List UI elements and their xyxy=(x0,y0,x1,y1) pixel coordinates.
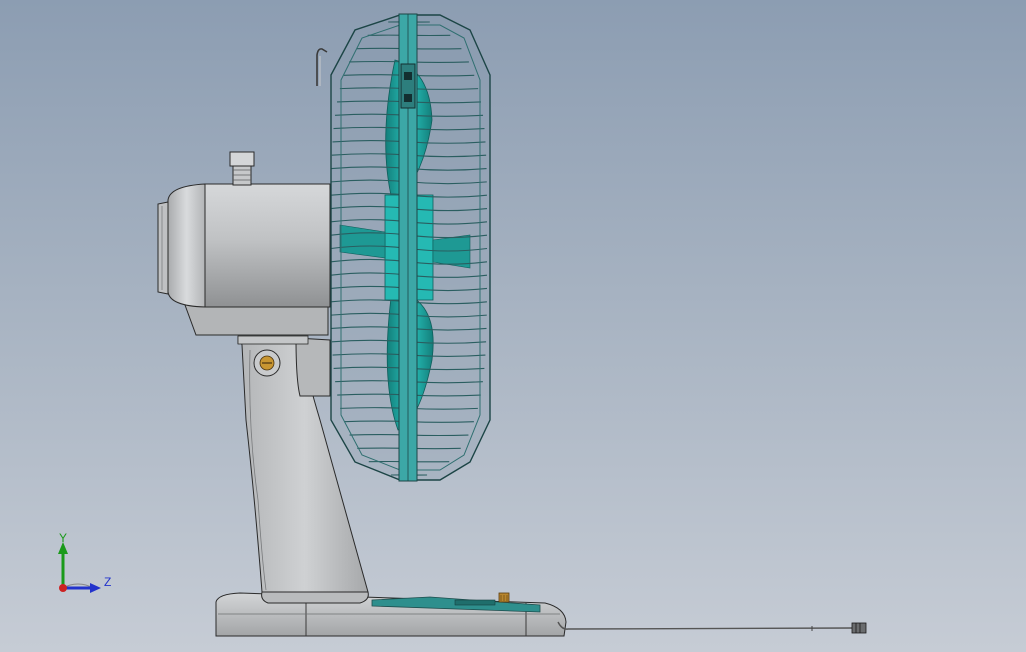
tilt-screw[interactable] xyxy=(253,349,281,377)
z-axis-label: Z xyxy=(104,575,112,589)
carry-handle[interactable] xyxy=(316,48,328,86)
guard-clip[interactable] xyxy=(400,63,416,109)
y-axis-label: Y xyxy=(59,531,68,545)
speed-knob[interactable] xyxy=(498,592,510,603)
orientation-triad: Y Z xyxy=(48,530,128,600)
fan-guard[interactable] xyxy=(316,13,491,482)
motor-housing[interactable] xyxy=(157,151,331,345)
fan-model[interactable] xyxy=(0,0,1026,652)
x-axis-dot xyxy=(59,584,67,592)
oscillation-knob[interactable] xyxy=(229,151,255,186)
power-cord[interactable] xyxy=(557,621,867,634)
cad-viewport[interactable]: Y Z xyxy=(0,0,1026,652)
